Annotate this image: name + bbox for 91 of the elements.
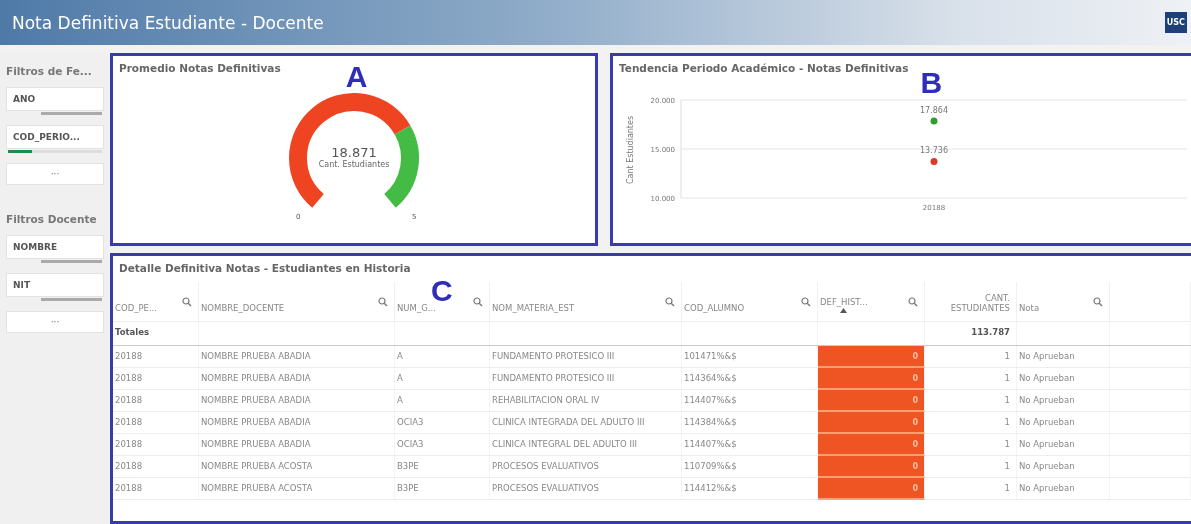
filter-label: COD_PERIO... [13, 132, 80, 142]
value-label: 13.736 [920, 146, 948, 156]
table-cell: No Aprueban [1017, 456, 1110, 477]
column-header[interactable]: COD_PE... [115, 303, 158, 313]
search-icon[interactable] [182, 297, 192, 307]
table-cell: NOMBRE PRUEBA ACOSTA [199, 478, 395, 499]
column-header[interactable]: COD_ALUMNO [684, 303, 745, 313]
value-label: 17.864 [920, 105, 948, 115]
panel-title: Detalle Definitiva Notas - Estudiantes en Historia [119, 262, 411, 274]
search-icon[interactable] [908, 297, 918, 307]
filter-group-title: Filtros Docente [6, 213, 98, 225]
more-button[interactable]: ··· [6, 311, 104, 333]
table-cell: FUNDAMENTO PROTESICO III [490, 346, 682, 367]
search-icon[interactable] [801, 297, 811, 307]
logo: USC [1164, 12, 1187, 33]
table-cell: PROCESOS EVALUATIVOS [490, 478, 682, 499]
totals-label: Totales [115, 327, 150, 337]
table-cell: NOMBRE PRUEBA ABADIA [199, 346, 395, 367]
table-cell: No Aprueban [1017, 346, 1110, 367]
search-icon[interactable] [473, 297, 483, 307]
table-cell: NOMBRE PRUEBA ACOSTA [199, 456, 395, 477]
table-cell: 1 [925, 390, 1017, 411]
table-cell: 20188 [113, 478, 199, 499]
more-button[interactable]: ··· [6, 163, 104, 185]
table-cell: 20188 [113, 346, 199, 367]
y-axis-label: Cant Estudiantes [626, 115, 635, 185]
filter-label: NOMBRE [13, 242, 58, 252]
table-cell: 20188 [113, 368, 199, 389]
gauge-value: 18.871 [330, 145, 378, 160]
table-cell: 20188 [113, 412, 199, 433]
table-cell: NOMBRE PRUEBA ABADIA [199, 434, 395, 455]
search-icon[interactable] [378, 297, 388, 307]
table-cell: 1 [925, 412, 1017, 433]
column-header[interactable]: DEF_HIST... [820, 297, 868, 307]
table-cell: CLINICA INTEGRADA DEL ADULTO III [490, 412, 682, 433]
search-icon[interactable] [665, 297, 675, 307]
filter-label: ANO [13, 94, 36, 104]
annotation-letter: B [920, 68, 943, 98]
table-cell: 1 [925, 456, 1017, 477]
table-cell: REHABILITACION ORAL IV [490, 390, 682, 411]
annotation-letter: A [345, 62, 368, 92]
panel-title: Promedio Notas Definitivas [119, 62, 281, 74]
total-value: 113.787 [971, 327, 1010, 337]
column-header[interactable]: NUM_G... [397, 303, 436, 313]
table-cell: No Aprueban [1017, 390, 1110, 411]
table-cell: 1 [925, 478, 1017, 499]
table-cell: 1 [925, 346, 1017, 367]
table-cell: NOMBRE PRUEBA ABADIA [199, 390, 395, 411]
table-cell: FUNDAMENTO PROTESICO III [490, 368, 682, 389]
table-cell: 20188 [113, 434, 199, 455]
highlighted-cell: 0 [818, 434, 925, 456]
annotation-letter: C [431, 276, 453, 306]
filter-button[interactable]: ANO [6, 87, 104, 111]
table-cell: CLINICA INTEGRAL DEL ADULTO III [490, 434, 682, 455]
table-cell: No Aprueban [1017, 478, 1110, 499]
table-cell: A [395, 368, 490, 389]
window-title: Nota Definitiva Estudiante - Docente [12, 12, 324, 33]
table-cell: 1 [925, 434, 1017, 455]
highlighted-cell: 0 [818, 390, 925, 412]
filter-button[interactable]: NIT [6, 273, 104, 297]
table-cell: No Aprueban [1017, 412, 1110, 433]
filter-group-title: Filtros de Fe... [6, 65, 93, 77]
gauge-caption: Cant. Estudiantes [317, 160, 391, 169]
table-cell: OCIA3 [395, 412, 490, 433]
table-cell: 1 [925, 368, 1017, 389]
search-icon[interactable] [1093, 297, 1103, 307]
table-cell: NOMBRE PRUEBA ABADIA [199, 412, 395, 433]
table-cell: 20188 [113, 456, 199, 477]
filter-button[interactable]: COD_PERIO... [6, 125, 104, 149]
table-cell: B3PE [395, 478, 490, 499]
highlighted-cell: 0 [818, 412, 925, 434]
filter-label: NIT [13, 280, 31, 290]
table-cell: No Aprueban [1017, 434, 1110, 455]
filter-button[interactable]: NOMBRE [6, 235, 104, 259]
highlighted-cell: 0 [818, 456, 925, 478]
column-header[interactable]: NOMBRE_DOCENTE [201, 303, 285, 313]
column-header[interactable]: Nota [1019, 303, 1040, 313]
panel-title: Tendencia Periodo Académico - Notas Definitivas [619, 62, 909, 74]
table-cell: NOMBRE PRUEBA ABADIA [199, 368, 395, 389]
highlighted-cell: 0 [818, 346, 925, 368]
table-cell: OCIA3 [395, 434, 490, 455]
highlighted-cell: 0 [818, 478, 925, 500]
table-cell: B3PE [395, 456, 490, 477]
column-header[interactable]: NOM_MATERIA_EST [492, 303, 575, 313]
table-cell: A [395, 346, 490, 367]
highlighted-cell: 0 [818, 368, 925, 390]
table-cell: 20188 [113, 390, 199, 411]
table-cell: A [395, 390, 490, 411]
table-cell: No Aprueban [1017, 368, 1110, 389]
table-cell: PROCESOS EVALUATIVOS [490, 456, 682, 477]
column-header[interactable]: CANT. ESTUDIANTES [927, 293, 1010, 313]
